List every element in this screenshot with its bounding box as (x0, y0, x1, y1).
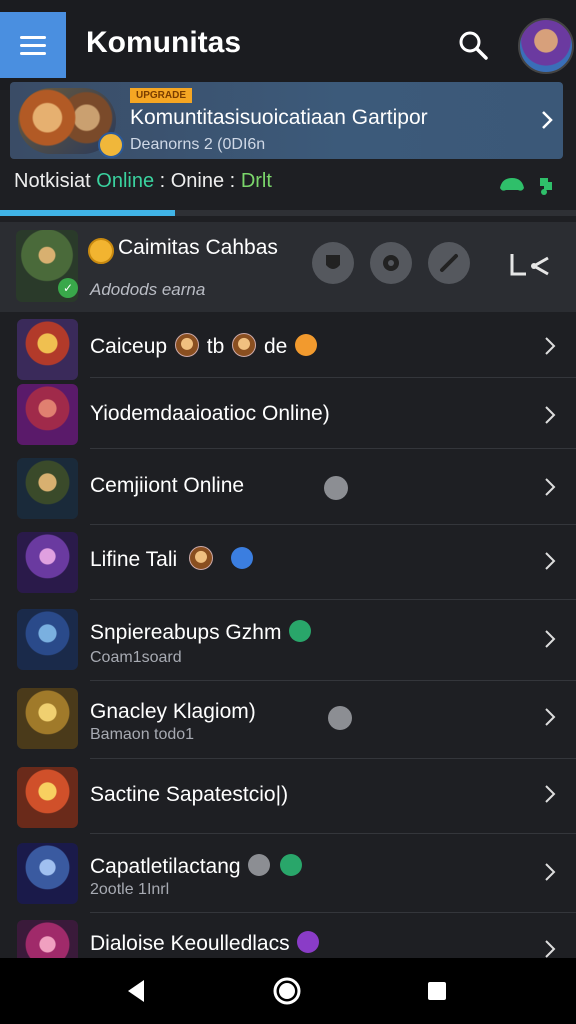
coin-badge-icon (98, 132, 124, 158)
hamburger-menu-button[interactable] (0, 12, 66, 78)
item-title: Caiceup tb de (90, 333, 319, 359)
avatar-icon (189, 546, 214, 571)
list-item[interactable]: Snpiereabups Gzhm Coam1soard (0, 603, 576, 681)
chevron-right-icon (545, 406, 556, 424)
item-thumbnail (17, 458, 78, 519)
status-extra: Drlt (240, 170, 272, 192)
pencil-icon (440, 254, 458, 272)
list-item[interactable]: Yiodemdaaioatioc Online) (0, 378, 576, 454)
divider (90, 833, 576, 834)
mask-icon (326, 255, 340, 269)
avatar-icon (232, 333, 257, 358)
chevron-right-icon (545, 863, 556, 881)
item-title-extra: tb (206, 335, 225, 358)
chevron-right-icon (545, 785, 556, 803)
featured-community[interactable]: ✓ Caimitas Cahbas Adodods earna (0, 222, 576, 312)
item-thumbnail (17, 319, 78, 380)
chevron-right-icon (545, 478, 556, 496)
item-title-text: Capatletilactang (90, 855, 241, 878)
item-title: Sactine Sapatestcio|) (90, 783, 289, 806)
item-thumbnail (17, 767, 78, 828)
list-item[interactable]: Capatletilactang 2ootle 1Inrl (0, 837, 576, 913)
item-title-extra: de (263, 335, 288, 358)
banner-tag: UPGRADE (130, 88, 193, 103)
status-label: Notkisiat (14, 170, 91, 192)
home-icon[interactable] (272, 976, 302, 1006)
system-navigation-bar (0, 958, 576, 1024)
item-subtitle: Coam1soard (90, 649, 182, 666)
banner-title: Komuntitasisuoicatiaan Gartipor (130, 106, 428, 129)
gamepad-icon[interactable] (496, 172, 562, 196)
chevron-right-icon (545, 337, 556, 355)
settings-icon (248, 854, 271, 877)
item-thumbnail (17, 688, 78, 749)
chevron-right-icon (545, 630, 556, 648)
list-item[interactable]: Lifine Tali (0, 526, 576, 602)
item-title: Cemjiiont Online (90, 474, 245, 497)
divider (90, 912, 576, 913)
tab-indicator-active[interactable] (0, 210, 175, 216)
divider (90, 524, 576, 525)
helmet-icon (383, 255, 399, 271)
divider (90, 758, 576, 759)
item-subtitle: 2ootle 1Inrl (90, 881, 170, 898)
item-thumbnail (17, 384, 78, 445)
character-action-button[interactable] (370, 242, 412, 284)
promo-banner[interactable]: UPGRADE Komuntitasisuoicatiaan Gartipor … (10, 82, 563, 159)
online-status-row: Notkisiat Online : Onine : Drlt (14, 170, 564, 200)
info-icon (328, 706, 352, 730)
item-title-text: Lifine Tali (90, 548, 178, 571)
top-app-bar: Komunitas (0, 0, 576, 90)
coin-icon (88, 238, 114, 264)
plus-icon (297, 931, 320, 954)
back-icon[interactable] (124, 978, 148, 1004)
chevron-right-icon (542, 111, 553, 129)
avatar-icon (174, 333, 199, 358)
menu-icon (20, 31, 46, 60)
item-title: Capatletilactang (90, 854, 304, 879)
list-item[interactable]: Gnacley Klagiom) Bamaon todo1 (0, 682, 576, 759)
divider (90, 599, 576, 600)
item-subtitle: Bamaon todo1 (90, 726, 195, 743)
item-thumbnail (17, 609, 78, 670)
profile-avatar[interactable] (518, 18, 574, 74)
recents-icon[interactable] (426, 980, 448, 1002)
item-title: Lifine Tali (90, 546, 255, 572)
item-title: Gnacley Klagiom) (90, 700, 256, 723)
item-title-text: Snpiereabups Gzhm (90, 621, 282, 644)
verified-check-icon: ✓ (58, 278, 78, 298)
status-separator: : Onine : (159, 170, 236, 192)
item-title-text: Dialoise Keoulledlacs (90, 932, 290, 955)
list-item[interactable]: Sactine Sapatestcio|) (0, 761, 576, 837)
item-thumbnail (17, 532, 78, 593)
divider (90, 680, 576, 681)
item-title: Snpiereabups Gzhm (90, 620, 313, 645)
plus-icon (289, 620, 312, 643)
search-icon[interactable] (456, 28, 490, 62)
chevron-right-icon (545, 708, 556, 726)
share-link-icon[interactable] (508, 252, 556, 278)
item-thumbnail (17, 843, 78, 904)
featured-subtitle: Adodods earna (90, 280, 206, 299)
plus-icon (280, 854, 303, 877)
fire-icon (295, 334, 318, 357)
plus-icon (230, 547, 253, 570)
app-title: Komunitas (86, 26, 242, 59)
banner-subtitle: Deanorns 2 (0DI6n (130, 136, 266, 153)
mask-action-button[interactable] (312, 242, 354, 284)
list-item[interactable]: Cemjiiont Online (0, 452, 576, 528)
status-online: Online (96, 170, 155, 192)
tab-indicator-track (0, 210, 576, 216)
chevron-right-icon (545, 940, 556, 958)
edit-action-button[interactable] (428, 242, 470, 284)
item-title-text: Caiceup (90, 335, 168, 358)
chevron-right-icon (545, 552, 556, 570)
divider (90, 448, 576, 449)
featured-title: Caimitas Cahbas (118, 236, 278, 259)
item-title: Dialoise Keoulledlacs (90, 931, 321, 956)
timer-icon (324, 476, 348, 500)
item-title: Yiodemdaaioatioc Online) (90, 402, 330, 425)
